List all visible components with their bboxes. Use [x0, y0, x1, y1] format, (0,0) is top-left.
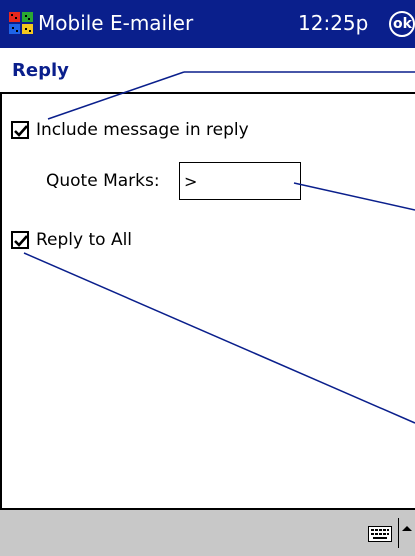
page-header: Reply — [0, 48, 415, 92]
content-left-border — [0, 94, 2, 508]
ok-button[interactable]: ok — [389, 11, 415, 37]
page-title: Reply — [12, 60, 69, 81]
windows-flag-icon[interactable] — [8, 10, 34, 36]
include-message-label: Include message in reply — [36, 120, 249, 140]
reply-to-all-checkbox[interactable] — [11, 231, 29, 249]
quote-marks-input[interactable] — [179, 162, 301, 200]
callout-line — [23, 252, 415, 424]
reply-to-all-label: Reply to All — [36, 230, 133, 250]
checkmark-icon — [14, 125, 28, 137]
clock-time[interactable]: 12:25p — [298, 9, 368, 37]
menu-bar — [0, 510, 415, 556]
app-title: Mobile E-mailer — [38, 11, 194, 35]
header-divider — [0, 92, 415, 94]
checkmark-icon — [14, 235, 28, 247]
quote-marks-label: Quote Marks: — [46, 171, 160, 191]
input-panel-toggle[interactable] — [398, 518, 415, 548]
up-arrow-icon — [402, 526, 412, 531]
keyboard-icon[interactable] — [368, 526, 392, 542]
title-bar: Mobile E-mailer 12:25p ok — [0, 0, 415, 48]
callout-line — [293, 182, 415, 211]
include-message-checkbox[interactable] — [11, 121, 29, 139]
